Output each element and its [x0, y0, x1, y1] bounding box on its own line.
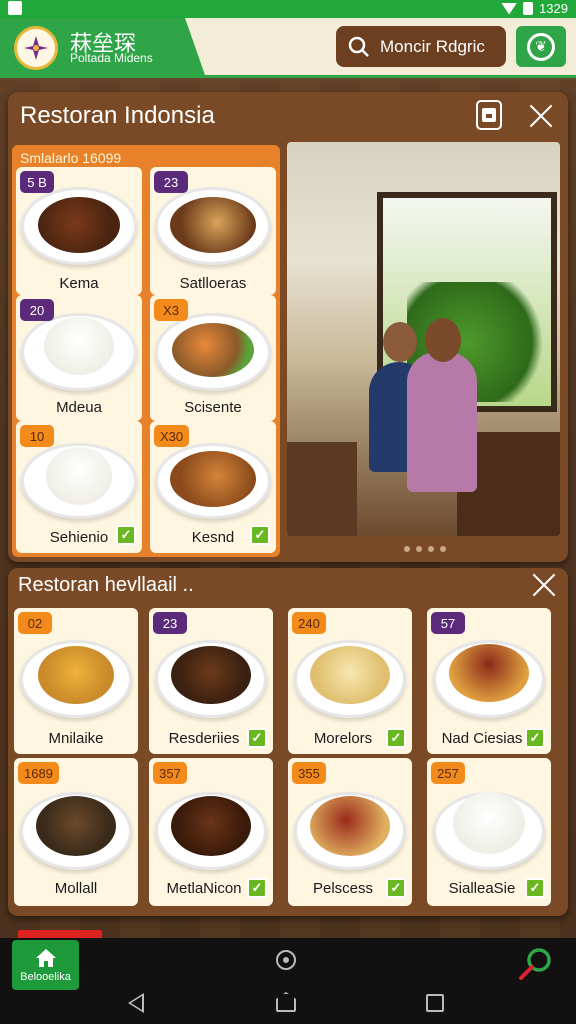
- wifi-icon: [501, 2, 518, 15]
- status-time: 1329: [539, 1, 568, 16]
- brand-subtitle: Poltada Midens: [70, 51, 153, 65]
- food-image: [449, 644, 529, 702]
- price-badge: 23: [154, 171, 188, 193]
- photo-person: [407, 352, 477, 492]
- restaurant-photo: [287, 142, 560, 536]
- restaurant-list-panel: Restoran hevllaail .. 02 Mnilaike 23 Res…: [8, 568, 568, 916]
- price-badge: 257: [431, 762, 465, 784]
- status-bar: 1329: [0, 0, 576, 18]
- close-icon[interactable]: [528, 103, 554, 129]
- food-image: [310, 646, 390, 704]
- panel-title: Restoran hevllaail ..: [18, 574, 194, 596]
- menu-item-card[interactable]: 5 B Kema: [16, 167, 142, 295]
- menu-item-card[interactable]: 23 Satlloeras: [150, 167, 276, 295]
- menu-item-card[interactable]: X30 Kesnd ✓: [150, 421, 276, 553]
- menu-item-card[interactable]: X3 Scisente: [150, 295, 276, 421]
- food-image: [36, 796, 116, 856]
- photo-counter: [287, 442, 357, 536]
- carousel-dots[interactable]: [404, 546, 446, 552]
- close-icon[interactable]: [531, 572, 557, 598]
- check-icon[interactable]: ✓: [250, 525, 270, 545]
- food-image: [171, 796, 251, 856]
- check-icon[interactable]: ✓: [525, 728, 545, 748]
- price-badge: 02: [18, 612, 52, 634]
- brand-logo-icon[interactable]: [14, 26, 58, 70]
- food-image: [38, 646, 114, 704]
- status-right: 1329: [501, 1, 568, 16]
- check-icon[interactable]: ✓: [525, 878, 545, 898]
- menu-item-card[interactable]: 240 Morelors ✓: [288, 608, 412, 754]
- menu-box: Smlalarlo 16099 5 B Kema 23 Satlloeras 2…: [12, 145, 280, 557]
- check-icon[interactable]: ✓: [116, 525, 136, 545]
- food-image: [46, 447, 112, 505]
- menu-item-name: Satlloeras: [179, 275, 247, 292]
- food-image: [44, 317, 114, 375]
- search-button-label: Moncir Rdgric: [380, 36, 485, 56]
- home-button-label: Belooelika: [20, 970, 71, 983]
- menu-item-card[interactable]: 1689 Mollall: [14, 758, 138, 906]
- food-image: [170, 197, 256, 253]
- leaf-button[interactable]: ❦: [516, 26, 566, 67]
- menu-item-name: Mnilaike: [48, 730, 104, 747]
- photo-person-head: [383, 322, 417, 362]
- panel-title: Restoran Indonsia: [20, 102, 215, 129]
- photo-person-head: [425, 318, 461, 362]
- home-icon: [35, 948, 56, 967]
- price-badge: 1689: [18, 762, 59, 784]
- menu-item-card[interactable]: 02 Mnilaike: [14, 608, 138, 754]
- menu-item-card[interactable]: 10 Sehienio ✓: [16, 421, 142, 553]
- food-image: [453, 792, 525, 854]
- price-badge: 20: [20, 299, 54, 321]
- price-badge: X3: [154, 299, 188, 321]
- price-badge: 10: [20, 425, 54, 447]
- search-fab-icon[interactable]: [515, 943, 557, 985]
- food-image: [172, 323, 254, 377]
- food-image: [38, 197, 120, 253]
- search-icon: [348, 36, 369, 57]
- food-image: [310, 796, 390, 856]
- price-badge: 23: [153, 612, 187, 634]
- menu-item-name: Mollall: [54, 880, 98, 897]
- battery-icon: [523, 2, 534, 15]
- app-header: 菻垒琛 Poltada Midens Moncir Rdgric ❦: [0, 18, 576, 78]
- check-icon[interactable]: ✓: [247, 878, 267, 898]
- notification-icon: [8, 1, 22, 15]
- menu-item-name: Kema: [59, 275, 99, 292]
- price-badge: 355: [292, 762, 326, 784]
- menu-item-card[interactable]: 357 MetlaNicon ✓: [149, 758, 273, 906]
- assistant-icon[interactable]: [276, 950, 296, 970]
- menu-item-card[interactable]: 257 SialleaSie ✓: [427, 758, 551, 906]
- bookmark-icon[interactable]: [476, 100, 502, 130]
- check-icon[interactable]: ✓: [386, 878, 406, 898]
- food-image: [171, 646, 251, 704]
- leaf-icon: ❦: [527, 32, 555, 61]
- menu-item-name: Mdeua: [56, 399, 102, 416]
- back-icon[interactable]: [128, 993, 144, 1013]
- menu-item-name: Scisente: [184, 399, 242, 416]
- price-badge: 57: [431, 612, 465, 634]
- check-icon[interactable]: ✓: [386, 728, 406, 748]
- price-badge: 357: [153, 762, 187, 784]
- recents-icon[interactable]: [426, 994, 444, 1012]
- menu-item-card[interactable]: 355 Pelscess ✓: [288, 758, 412, 906]
- menu-item-card[interactable]: 57 Nad Ciesias ✓: [427, 608, 551, 754]
- menu-item-card[interactable]: 20 Mdeua: [16, 295, 142, 421]
- menu-item-card[interactable]: 23 Resderiies ✓: [149, 608, 273, 754]
- menu-heading: Smlalarlo 16099: [20, 150, 122, 166]
- home-button[interactable]: Belooelika: [12, 940, 79, 990]
- price-badge: 240: [292, 612, 326, 634]
- check-icon[interactable]: ✓: [247, 728, 267, 748]
- search-button[interactable]: Moncir Rdgric: [336, 26, 506, 67]
- price-badge: X30: [154, 425, 190, 447]
- food-image: [170, 451, 256, 507]
- price-badge: 5 B: [20, 171, 54, 193]
- featured-restaurant-panel: Restoran Indonsia Smlalarlo 16099 5 B Ke…: [8, 92, 568, 562]
